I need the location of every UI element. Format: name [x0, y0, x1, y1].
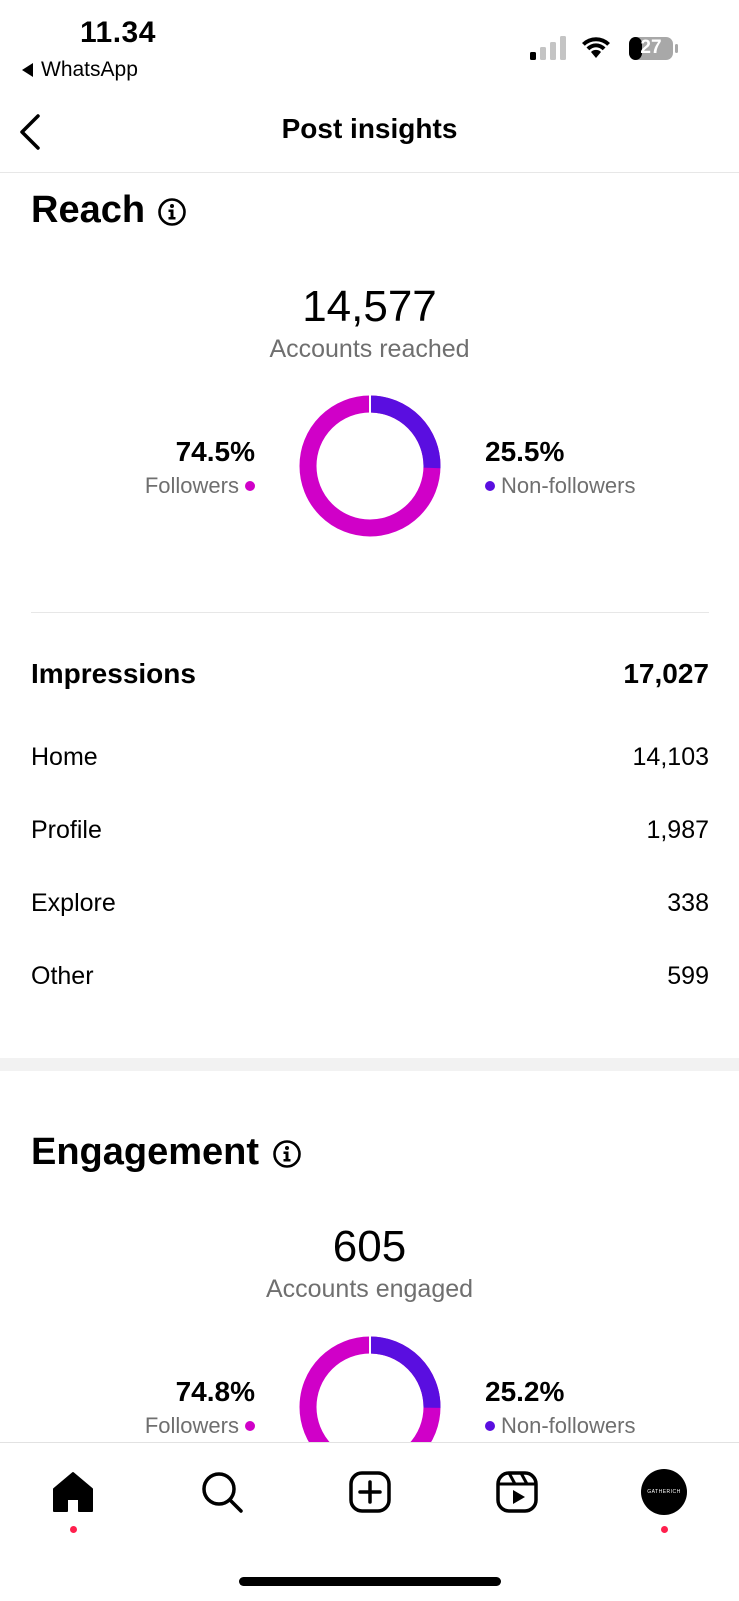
- section-divider: [31, 612, 709, 613]
- home-indicator: [239, 1577, 501, 1586]
- source-label: Other: [31, 962, 94, 990]
- battery-icon: 27: [628, 36, 680, 61]
- non-followers-percent: 25.5%: [485, 436, 565, 467]
- info-icon[interactable]: [157, 197, 187, 227]
- followers-percent: 74.5%: [175, 436, 255, 467]
- home-icon: [53, 1472, 93, 1512]
- profile-tab[interactable]: GATHERICH: [638, 1466, 690, 1518]
- source-value: 599: [667, 962, 709, 990]
- accounts-engaged-label: Accounts engaged: [265, 1275, 474, 1303]
- source-value: 338: [667, 889, 709, 917]
- list-item: Explore 338: [31, 889, 709, 918]
- followers-dot: [245, 1421, 255, 1431]
- non-followers-dot: [485, 481, 495, 491]
- source-value: 1,987: [646, 816, 709, 844]
- engagement-title: Engagement: [31, 1131, 260, 1173]
- back-triangle-icon: [22, 63, 33, 77]
- impressions-label: Impressions: [31, 658, 196, 689]
- reach-title: Reach: [31, 189, 146, 231]
- home-notification-dot: [70, 1526, 77, 1533]
- list-item: Home 14,103: [31, 743, 709, 772]
- page-title: Post insights: [281, 113, 458, 144]
- back-app-label: WhatsApp: [41, 58, 138, 81]
- followers-legend: Followers: [0, 473, 255, 499]
- home-tab[interactable]: [47, 1466, 99, 1518]
- back-to-app-link[interactable]: WhatsApp: [22, 58, 138, 82]
- source-label: Home: [31, 743, 98, 771]
- header-divider: [0, 172, 739, 173]
- non-followers-ring-segment: [369, 395, 441, 469]
- followers-legend-label: Followers: [144, 1413, 239, 1438]
- section-separator: [0, 1058, 739, 1071]
- avatar-logo-text: GATHERICH: [647, 1489, 681, 1495]
- non-followers-legend-label: Non-followers: [501, 473, 636, 498]
- followers-legend: Followers: [0, 1413, 255, 1439]
- non-followers-percent: 25.2%: [485, 1376, 565, 1407]
- avatar: GATHERICH: [641, 1469, 687, 1515]
- search-tab[interactable]: [196, 1466, 248, 1518]
- create-icon: [349, 1471, 391, 1513]
- profile-notification-dot: [661, 1526, 668, 1533]
- followers-percent: 74.8%: [175, 1376, 255, 1407]
- non-followers-legend-label: Non-followers: [501, 1413, 636, 1438]
- reels-tab[interactable]: [491, 1466, 543, 1518]
- create-tab[interactable]: [344, 1466, 396, 1518]
- accounts-reached-label: Accounts reached: [269, 335, 470, 363]
- source-value: 14,103: [632, 743, 709, 771]
- reach-donut-chart: [299, 395, 441, 537]
- list-item: Other 599: [31, 962, 709, 991]
- accounts-engaged-count: 605: [332, 1222, 407, 1271]
- list-item: Profile 1,987: [31, 816, 709, 845]
- source-label: Explore: [31, 889, 116, 917]
- info-icon[interactable]: [272, 1139, 302, 1169]
- non-followers-dot: [485, 1421, 495, 1431]
- non-followers-ring-segment: [369, 1336, 441, 1409]
- status-time: 11.34: [80, 16, 156, 49]
- impressions-total: 17,027: [623, 658, 709, 689]
- followers-legend-label: Followers: [144, 473, 239, 498]
- battery-level: 27: [640, 37, 662, 58]
- cellular-signal-icon: [530, 36, 566, 60]
- followers-dot: [245, 481, 255, 491]
- source-label: Profile: [31, 816, 102, 844]
- non-followers-legend: Non-followers: [485, 473, 636, 499]
- non-followers-legend: Non-followers: [485, 1413, 636, 1439]
- wifi-icon: [582, 37, 610, 58]
- reels-icon: [496, 1471, 538, 1513]
- impressions-row: Impressions 17,027: [31, 658, 709, 690]
- search-icon: [202, 1472, 243, 1513]
- accounts-reached-count: 14,577: [302, 282, 437, 331]
